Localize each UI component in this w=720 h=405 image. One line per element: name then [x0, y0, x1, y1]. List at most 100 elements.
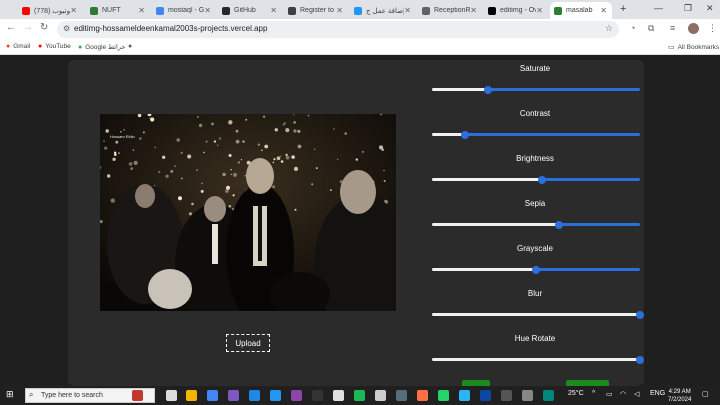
close-tab-icon[interactable]: ✕	[536, 6, 543, 15]
task-view-icon[interactable]	[166, 390, 177, 401]
slider-thumb[interactable]	[484, 85, 493, 94]
spotify-icon[interactable]	[354, 390, 365, 401]
app-icon[interactable]	[312, 390, 323, 401]
bokeh-light	[142, 131, 145, 134]
address-bar[interactable]: ⚙ editimg-hossameldeenkamal2003s-project…	[57, 21, 619, 38]
slider-thumb[interactable]	[554, 220, 563, 229]
vercel-icon	[90, 6, 98, 15]
browser-tab[interactable]: ReceptionRo✕	[418, 2, 482, 19]
bookmark-item[interactable]: ● Gmail	[6, 43, 30, 50]
slider[interactable]	[432, 265, 640, 274]
bokeh-light	[283, 122, 286, 125]
explorer-icon[interactable]	[186, 390, 197, 401]
all-bookmarks[interactable]: ▭ All Bookmarks	[668, 43, 719, 52]
clock[interactable]: 4:29 AM 7/2/2024	[668, 388, 691, 404]
close-tab-icon[interactable]: ✕	[470, 6, 477, 15]
slider[interactable]	[432, 175, 640, 184]
close-tab-icon[interactable]: ✕	[204, 6, 211, 15]
slider[interactable]	[432, 220, 640, 229]
close-tab-icon[interactable]: ✕	[270, 6, 277, 15]
bokeh-light	[230, 169, 232, 171]
restore-icon[interactable]: ❐	[684, 3, 692, 14]
slider-label: Hue Rotate	[514, 334, 556, 343]
upload-button[interactable]: Upload	[226, 334, 270, 352]
browser-tab[interactable]: Register to f ✕	[284, 2, 348, 19]
extensions-icon[interactable]: ⧉	[648, 23, 654, 34]
browser-tab[interactable]: editimg - Ove✕	[484, 2, 548, 19]
google-icon	[156, 6, 164, 15]
close-tab-icon[interactable]: ✕	[70, 6, 77, 15]
slider-thumb[interactable]	[461, 130, 470, 139]
weather-text[interactable]: 25°C	[568, 390, 584, 397]
app2-icon[interactable]	[333, 390, 344, 401]
app3-icon[interactable]	[375, 390, 386, 401]
close-tab-icon[interactable]: ✕	[404, 6, 411, 15]
vscode-icon[interactable]	[270, 390, 281, 401]
slider-thumb[interactable]	[636, 355, 644, 364]
visual-studio-icon[interactable]	[291, 390, 302, 401]
chrome-icon[interactable]	[207, 390, 218, 401]
app4-icon[interactable]	[396, 390, 407, 401]
media-icon[interactable]: ≡	[670, 23, 675, 33]
slider-thumb[interactable]	[538, 175, 547, 184]
windows-start-icon[interactable]: ⊞	[6, 389, 14, 400]
close-tab-icon[interactable]: ✕	[336, 6, 343, 15]
game-icon[interactable]	[132, 390, 143, 401]
bokeh-light	[107, 174, 111, 178]
language-indicator[interactable]: ENG	[650, 390, 665, 397]
search-icon: ⌕	[29, 390, 34, 399]
bokeh-light	[118, 152, 120, 155]
browser-tab[interactable]: mostaql - Go ✕	[152, 2, 216, 19]
telegram-icon[interactable]	[459, 390, 470, 401]
bookmark-label: Google خرائط	[85, 44, 126, 51]
bokeh-light	[257, 143, 261, 146]
bookmark-item[interactable]: ●	[128, 43, 135, 50]
bokeh-light	[104, 146, 108, 150]
site-info-icon[interactable]: ⚙	[63, 24, 70, 33]
browser-tab[interactable]: إضافة عمل ج ✕	[350, 2, 416, 19]
slider-fill	[432, 268, 536, 271]
battery-icon[interactable]: ▭	[606, 390, 613, 398]
bookmark-label: YouTube	[45, 43, 71, 50]
back-icon[interactable]: ←	[6, 22, 16, 33]
close-tab-icon[interactable]: ✕	[600, 6, 607, 15]
whatsapp-icon[interactable]	[438, 390, 449, 401]
wifi-icon[interactable]: ◠	[620, 390, 626, 398]
store-icon[interactable]	[228, 390, 239, 401]
web-page: Hossam Eldin Upload Saturate Contrast Brig…	[0, 56, 720, 386]
new-tab-button[interactable]: +	[620, 3, 626, 15]
browser-tab[interactable]: masalab ✕	[550, 2, 612, 19]
forward-icon[interactable]: →	[23, 22, 33, 33]
bokeh-light	[233, 172, 237, 177]
reload-icon[interactable]: ↻	[40, 22, 48, 33]
mail-icon[interactable]	[249, 390, 260, 401]
photoshop-icon[interactable]	[480, 390, 491, 401]
browser-tab[interactable]: NUFT ✕	[86, 2, 150, 19]
folder-icon: ▭	[668, 44, 675, 51]
profile-avatar[interactable]	[688, 23, 699, 34]
performance-icon[interactable]: ◔	[630, 23, 635, 33]
browser-tab[interactable]: (778) يوتيوب ✕	[18, 2, 82, 19]
slider[interactable]	[432, 130, 640, 139]
volume-icon[interactable]: ◁	[634, 390, 639, 398]
slider[interactable]	[432, 310, 644, 319]
bookmark-star-icon[interactable]: ☆	[605, 23, 613, 34]
tray-chevron-icon[interactable]: ^	[592, 390, 595, 397]
slider-thumb[interactable]	[636, 310, 644, 319]
bookmark-item[interactable]: ● YouTube	[38, 43, 71, 50]
minimize-icon[interactable]: —	[654, 3, 663, 13]
slider[interactable]	[432, 355, 644, 364]
slider-fill	[432, 133, 466, 136]
close-tab-icon[interactable]: ✕	[138, 6, 145, 15]
app5-icon[interactable]	[522, 390, 533, 401]
edge-icon[interactable]	[543, 390, 554, 401]
terminal-icon[interactable]	[501, 390, 512, 401]
slider-thumb[interactable]	[532, 265, 540, 274]
menu-icon[interactable]: ⋮	[708, 23, 717, 34]
firefox-icon[interactable]	[417, 390, 428, 401]
close-window-icon[interactable]: ✕	[706, 3, 714, 14]
browser-tab[interactable]: GitHub ✕	[218, 2, 282, 19]
notifications-icon[interactable]: ▢	[702, 390, 709, 398]
slider[interactable]	[432, 85, 640, 94]
bookmark-item[interactable]: ● Google خرائط	[78, 43, 126, 52]
